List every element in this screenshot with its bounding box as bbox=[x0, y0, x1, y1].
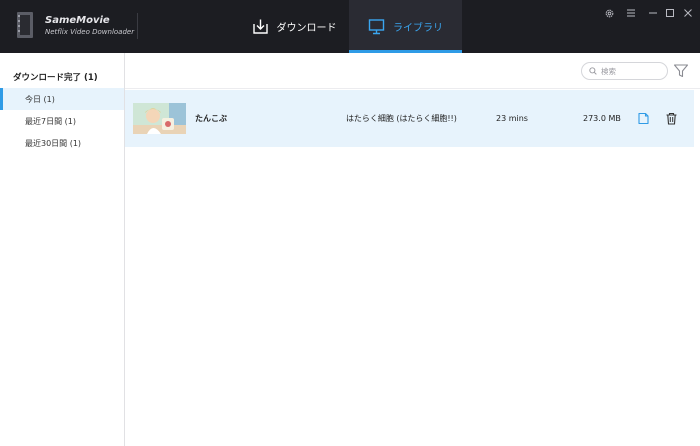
app-name: SameMovie bbox=[45, 15, 110, 26]
sidebar-item-last-7-days[interactable]: 最近7日間 (1) bbox=[0, 110, 124, 132]
table-row[interactable]: たんこぶ はたらく細胞 (はたらく細胞!!) 23 mins 273.0 MB bbox=[125, 90, 694, 147]
minimize-button[interactable] bbox=[647, 6, 659, 20]
search-box[interactable] bbox=[581, 62, 668, 80]
app-subtitle: Netflix Video Downloader bbox=[45, 28, 135, 36]
tab-library-label: ライブラリ bbox=[393, 23, 443, 34]
video-series: はたらく細胞 (はたらく細胞!!) bbox=[346, 114, 457, 123]
maximize-icon bbox=[666, 9, 674, 17]
menu-icon bbox=[627, 9, 635, 17]
settings-gear-icon bbox=[605, 9, 613, 17]
sidebar-item-label: 今日 (1) bbox=[25, 94, 55, 104]
minimize-icon bbox=[649, 12, 657, 14]
sidebar-item-label: 最近30日間 (1) bbox=[25, 138, 82, 148]
open-folder-icon[interactable] bbox=[637, 112, 650, 125]
video-duration: 23 mins bbox=[496, 114, 528, 123]
tab-download[interactable]: ダウンロード bbox=[238, 0, 350, 53]
sidebar-header: ダウンロード完了 (1) bbox=[13, 73, 98, 83]
video-thumbnail bbox=[133, 103, 186, 134]
tab-library[interactable]: ライブラリ bbox=[349, 0, 462, 53]
brand-divider bbox=[137, 13, 138, 39]
video-file-size: 273.0 MB bbox=[583, 114, 621, 123]
sidebar-item-label: 最近7日間 (1) bbox=[25, 116, 76, 126]
sidebar: ダウンロード完了 (1) 今日 (1) 最近7日間 (1) 最近30日間 (1) bbox=[0, 53, 125, 446]
library-toolbar bbox=[125, 53, 700, 89]
brand: SameMovie Netflix Video Downloader bbox=[45, 15, 134, 37]
close-button[interactable] bbox=[682, 6, 694, 20]
video-title: たんこぶ bbox=[195, 114, 227, 123]
search-icon bbox=[589, 67, 597, 75]
settings-button[interactable] bbox=[603, 6, 615, 20]
maximize-button[interactable] bbox=[664, 6, 676, 20]
title-bar: SameMovie Netflix Video Downloader ダウンロー… bbox=[0, 0, 700, 53]
app-logo-icon bbox=[17, 12, 33, 38]
sidebar-item-today[interactable]: 今日 (1) bbox=[0, 88, 124, 110]
search-input[interactable] bbox=[601, 66, 661, 76]
tab-download-label: ダウンロード bbox=[276, 23, 337, 34]
filter-icon[interactable] bbox=[673, 63, 689, 79]
monitor-icon bbox=[368, 19, 385, 35]
close-icon bbox=[684, 9, 692, 17]
delete-trash-icon[interactable] bbox=[665, 112, 678, 125]
download-tray-icon bbox=[252, 19, 268, 34]
menu-button[interactable] bbox=[625, 6, 637, 20]
sidebar-item-last-30-days[interactable]: 最近30日間 (1) bbox=[0, 132, 124, 154]
